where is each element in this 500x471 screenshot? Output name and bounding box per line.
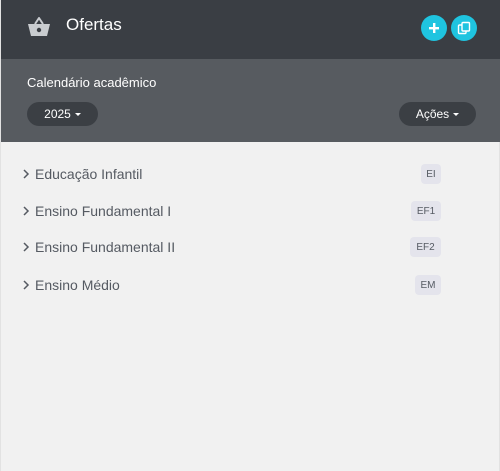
- list-item[interactable]: Educação Infantil EI: [1, 156, 500, 192]
- list-item[interactable]: Ensino Fundamental I EF1: [1, 193, 500, 229]
- offer-name: Ensino Fundamental I: [35, 203, 172, 219]
- shopping-basket-icon: [28, 17, 50, 36]
- offer-code-badge: EF1: [411, 201, 441, 221]
- chevron-right-icon: [23, 169, 30, 179]
- app-frame: Ofertas Calendário acadêmico 2025 Ações: [0, 0, 500, 471]
- chevron-right-icon: [23, 242, 30, 252]
- offer-name: Ensino Fundamental II: [35, 239, 176, 255]
- offer-code-badge: EF2: [410, 237, 441, 257]
- plus-icon: [429, 23, 439, 33]
- copy-offers-button[interactable]: [451, 15, 477, 41]
- calendar-label: Calendário acadêmico: [27, 75, 157, 90]
- caret-down-icon: [74, 112, 81, 116]
- actions-label: Ações: [415, 107, 450, 121]
- chevron-right-icon: [23, 206, 30, 216]
- actions-dropdown[interactable]: Ações: [399, 102, 476, 126]
- page-title: Ofertas: [66, 15, 122, 34]
- caret-down-icon: [453, 112, 460, 116]
- list-item[interactable]: Ensino Médio EM: [1, 267, 500, 303]
- offer-code-badge: EM: [415, 275, 441, 295]
- list-item[interactable]: Ensino Fundamental II EF2: [1, 229, 500, 265]
- offer-name: Ensino Médio: [35, 277, 120, 293]
- academic-calendar-bar: Calendário acadêmico 2025 Ações: [1, 59, 500, 142]
- copy-icon: [457, 21, 471, 35]
- year-dropdown[interactable]: 2025: [27, 102, 98, 126]
- year-value: 2025: [44, 107, 71, 121]
- add-offer-button[interactable]: [421, 15, 447, 41]
- header-bar: Ofertas: [1, 0, 500, 59]
- chevron-right-icon: [23, 280, 30, 290]
- offer-code-badge: EI: [421, 164, 441, 184]
- offer-name: Educação Infantil: [35, 166, 143, 182]
